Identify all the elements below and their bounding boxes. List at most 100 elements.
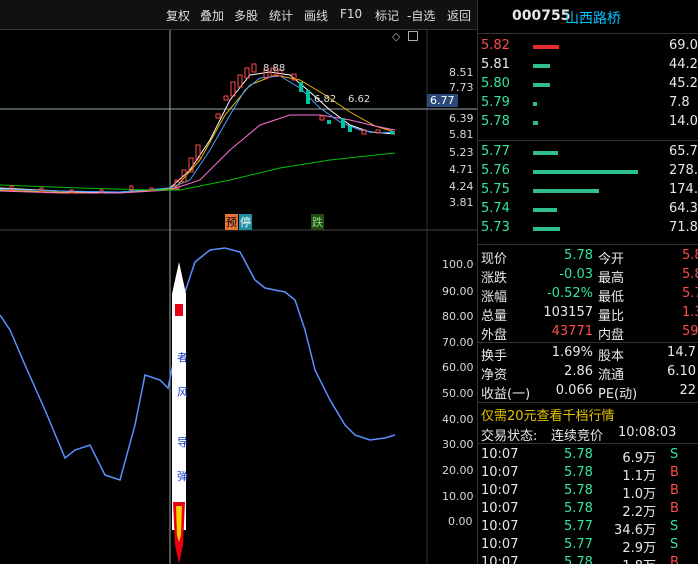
- osc-tick: 70.00: [442, 336, 474, 349]
- rocket-char-1: 者: [177, 351, 188, 364]
- tick-time: 10:07: [481, 537, 519, 552]
- fund-value: 1.69%: [551, 345, 593, 360]
- quote-label: 现价: [481, 252, 508, 267]
- tick-volume: 1.0万: [622, 487, 656, 502]
- rocket-char-2: 风: [177, 386, 188, 399]
- fall-tag: 跌: [311, 214, 324, 230]
- volume-bar: [533, 83, 551, 87]
- rocket-char-3: 导: [177, 436, 188, 449]
- tick-side: B: [670, 555, 679, 564]
- volume-bar: [533, 208, 558, 212]
- remove-watchlist-button[interactable]: -自选: [407, 7, 435, 24]
- book-price[interactable]: 5.79: [481, 95, 510, 110]
- quote-value: -0.52%: [547, 286, 593, 301]
- price-tick: 5.81: [449, 128, 474, 141]
- book-price[interactable]: 5.80: [481, 76, 510, 91]
- tick-time: 10:07: [481, 555, 519, 564]
- current-price-tag: 6.77: [427, 94, 458, 107]
- tick-price: 5.78: [564, 555, 593, 564]
- mark-button[interactable]: 标记: [375, 7, 399, 24]
- price-tick: 4.24: [449, 180, 474, 193]
- trade-status-time: 10:08:03: [618, 425, 677, 440]
- fund-label: 收益(一): [481, 387, 531, 402]
- tick-price: 5.77: [564, 519, 593, 534]
- tick-price: 5.77: [564, 537, 593, 552]
- book-price[interactable]: 5.73: [481, 220, 510, 235]
- quote-value: 43771: [551, 324, 593, 339]
- chart-area[interactable]: 8.88 6.82 6.62 预 停 跌 者 风 导 弹 8.51 7.73 6…: [0, 30, 477, 564]
- volume-bar: [533, 102, 537, 106]
- book-volume: 69.0: [669, 38, 698, 53]
- quote-label: 涨跌: [481, 271, 508, 286]
- volume-bar: [533, 227, 561, 231]
- quote-value: 103157: [543, 305, 593, 320]
- quote-label: 外盘: [481, 328, 508, 343]
- overlay-button[interactable]: 叠加: [200, 7, 224, 24]
- multi-stock-button[interactable]: 多股: [234, 7, 258, 24]
- book-price[interactable]: 5.76: [481, 163, 510, 178]
- tick-side: S: [670, 537, 679, 552]
- volume-bar: [533, 151, 558, 155]
- osc-tick: 30.00: [442, 438, 474, 451]
- tick-volume: 2.9万: [622, 541, 656, 556]
- maximize-icon[interactable]: [408, 31, 418, 41]
- book-volume: 71.8: [669, 220, 698, 235]
- chart-canvas: [0, 30, 477, 564]
- book-price[interactable]: 5.82: [481, 38, 510, 53]
- fund-label: 流通: [598, 368, 625, 383]
- quote-value: 5.78: [564, 248, 593, 263]
- tick-volume: 2.2万: [622, 505, 656, 520]
- restore-rights-button[interactable]: 复权: [166, 7, 190, 24]
- tick-volume: 34.6万: [614, 523, 656, 538]
- osc-tick: 90.00: [442, 285, 474, 298]
- osc-tick: 50.00: [442, 387, 474, 400]
- price-tick: 8.51: [449, 66, 474, 79]
- high-price-label: 8.88: [263, 63, 286, 74]
- stock-code: 000755: [512, 8, 571, 24]
- osc-tick: 0.00: [448, 515, 473, 528]
- tick-side: B: [670, 483, 679, 498]
- stock-name: 山西路桥: [565, 11, 621, 27]
- fund-value: 0.066: [555, 383, 593, 398]
- book-volume: 44.2: [669, 57, 698, 72]
- pre-tag: 预: [225, 214, 238, 230]
- book-volume: 14.0: [669, 114, 698, 129]
- promo-link[interactable]: 仅需20元查看千档行情: [481, 405, 615, 424]
- tick-price: 5.78: [564, 501, 593, 516]
- book-volume: 65.7: [669, 144, 698, 159]
- f10-button[interactable]: F10: [340, 7, 362, 21]
- price-tick: 4.71: [449, 163, 474, 176]
- diamond-icon[interactable]: ◇: [392, 30, 400, 43]
- book-volume: 45.2: [669, 76, 698, 91]
- tick-volume: 1.8万: [622, 555, 656, 564]
- quote-label: 最低: [598, 290, 625, 305]
- statistics-button[interactable]: 统计: [269, 7, 293, 24]
- quote-label: 最高: [598, 271, 625, 286]
- book-price[interactable]: 5.77: [481, 144, 510, 159]
- price-tick: 5.23: [449, 146, 474, 159]
- quote-label: 量比: [598, 309, 625, 324]
- fund-label: 换手: [481, 349, 508, 364]
- back-button[interactable]: 返回: [447, 7, 471, 24]
- book-price[interactable]: 5.78: [481, 114, 510, 129]
- book-price[interactable]: 5.81: [481, 57, 510, 72]
- tick-side: B: [670, 465, 679, 480]
- tick-side: S: [670, 447, 679, 462]
- trade-status-value: 连续竞价: [551, 429, 604, 444]
- fund-label: 股本: [598, 349, 625, 364]
- book-price[interactable]: 5.75: [481, 182, 510, 197]
- volume-bar: [533, 121, 539, 125]
- tick-side: B: [670, 501, 679, 516]
- tick-price: 5.78: [564, 465, 593, 480]
- osc-tick: 60.00: [442, 361, 474, 374]
- book-price[interactable]: 5.74: [481, 201, 510, 216]
- book-volume: 7.8: [669, 95, 690, 110]
- stop-tag: 停: [239, 214, 252, 230]
- tick-price: 5.78: [564, 447, 593, 462]
- chart-toolbar: 复权 叠加 多股 统计 画线 F10 标记 -自选 返回: [0, 0, 477, 30]
- tick-time: 10:07: [481, 501, 519, 516]
- quote-label: 内盘: [598, 328, 625, 343]
- fund-label: PE(动): [598, 387, 638, 402]
- draw-line-button[interactable]: 画线: [304, 7, 328, 24]
- volume-bar: [533, 170, 638, 174]
